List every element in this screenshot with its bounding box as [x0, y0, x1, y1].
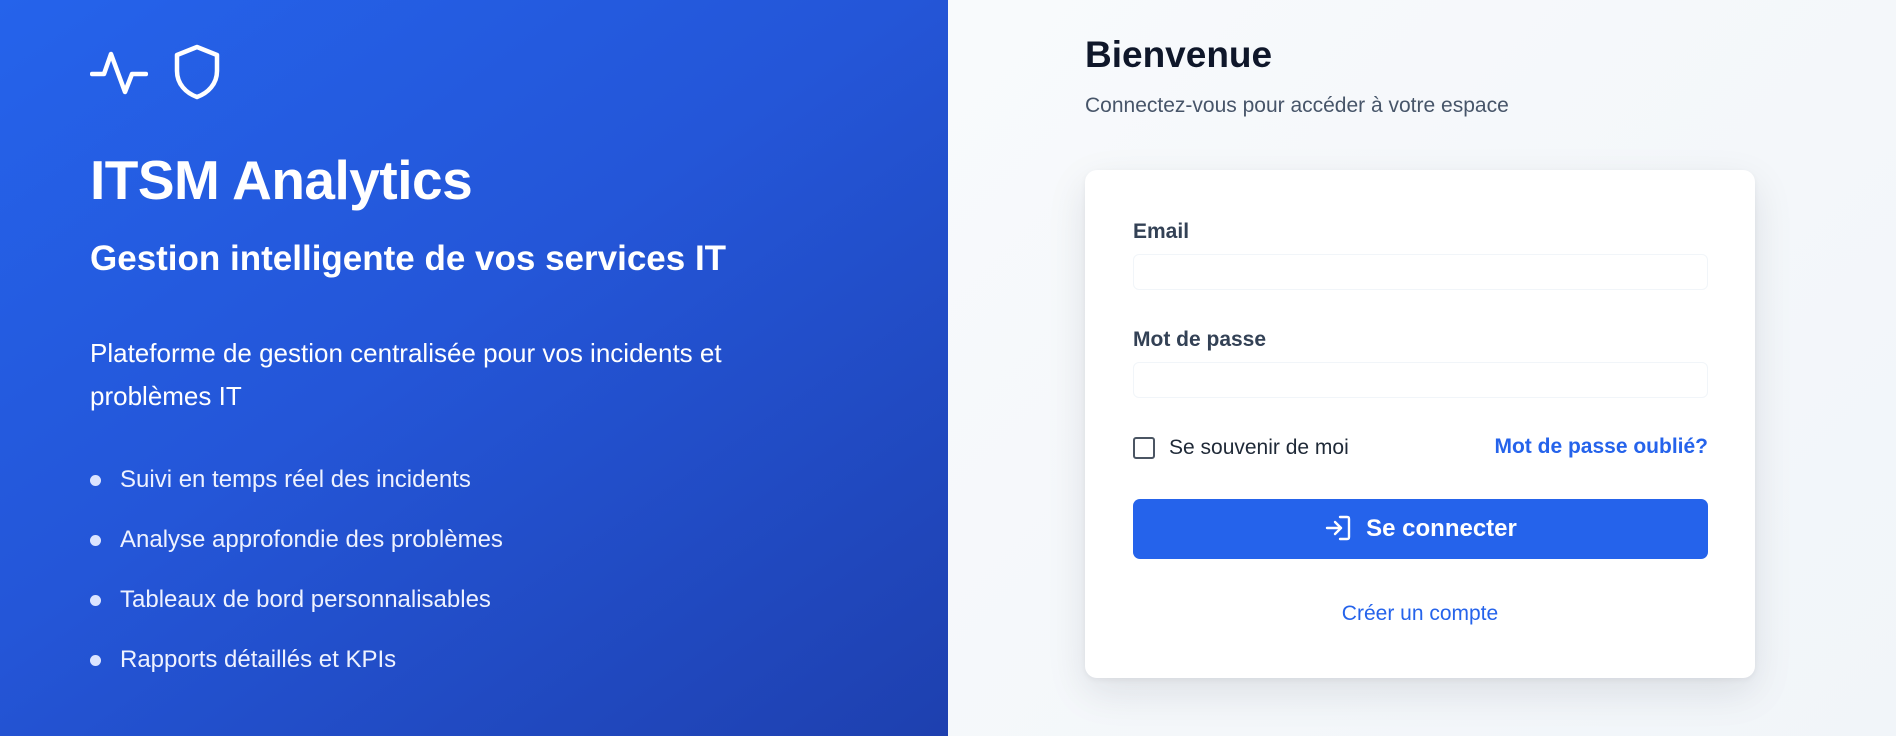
bullet-icon: [90, 474, 101, 486]
feature-list: Suivi en temps réel des incidents Analys…: [90, 450, 503, 690]
bullet-icon: [90, 654, 101, 666]
create-account-row: Créer un compte: [1085, 602, 1755, 626]
feature-item: Analyse approfondie des problèmes: [90, 510, 503, 570]
welcome-subtitle: Connectez-vous pour accéder à votre espa…: [1085, 94, 1509, 117]
password-field[interactable]: [1133, 362, 1708, 398]
log-in-icon: [1324, 514, 1352, 545]
email-field[interactable]: [1133, 254, 1708, 290]
feature-item: Tableaux de bord personnalisables: [90, 570, 503, 630]
app-subtitle: Gestion intelligente de vos services IT: [90, 239, 727, 278]
bullet-icon: [90, 594, 101, 606]
feature-item: Suivi en temps réel des incidents: [90, 450, 503, 510]
bullet-icon: [90, 534, 101, 546]
feature-label: Analyse approfondie des problèmes: [120, 526, 503, 553]
feature-label: Rapports détaillés et KPIs: [120, 646, 397, 673]
email-label: Email: [1133, 220, 1190, 243]
app-description: Plateforme de gestion centralisée pour v…: [90, 338, 722, 411]
forgot-password-link[interactable]: Mot de passe oublié?: [1494, 436, 1708, 458]
login-page: ITSM Analytics Gestion intelligente de v…: [0, 0, 1896, 736]
login-button-label: Se connecter: [1366, 515, 1517, 542]
activity-icon: [90, 44, 148, 100]
login-button[interactable]: Se connecter: [1133, 499, 1708, 559]
app-title: ITSM Analytics: [90, 149, 473, 211]
feature-label: Suivi en temps réel des incidents: [120, 466, 471, 493]
remember-checkbox[interactable]: [1133, 437, 1155, 459]
login-panel: Bienvenue Connectez-vous pour accéder à …: [948, 0, 1896, 736]
hero-panel: ITSM Analytics Gestion intelligente de v…: [0, 0, 948, 736]
create-account-link[interactable]: Créer un compte: [1342, 602, 1498, 625]
feature-item: Rapports détaillés et KPIs: [90, 630, 503, 690]
password-label: Mot de passe: [1133, 328, 1267, 351]
remember-me[interactable]: Se souvenir de moi: [1133, 436, 1349, 460]
feature-label: Tableaux de bord personnalisables: [120, 586, 491, 613]
hero-icons: [90, 44, 222, 100]
shield-icon: [172, 44, 222, 100]
welcome-title: Bienvenue: [1085, 34, 1273, 75]
remember-label: Se souvenir de moi: [1169, 436, 1349, 459]
login-form: Email Mot de passe Se souvenir de moi Mo…: [1085, 170, 1755, 678]
